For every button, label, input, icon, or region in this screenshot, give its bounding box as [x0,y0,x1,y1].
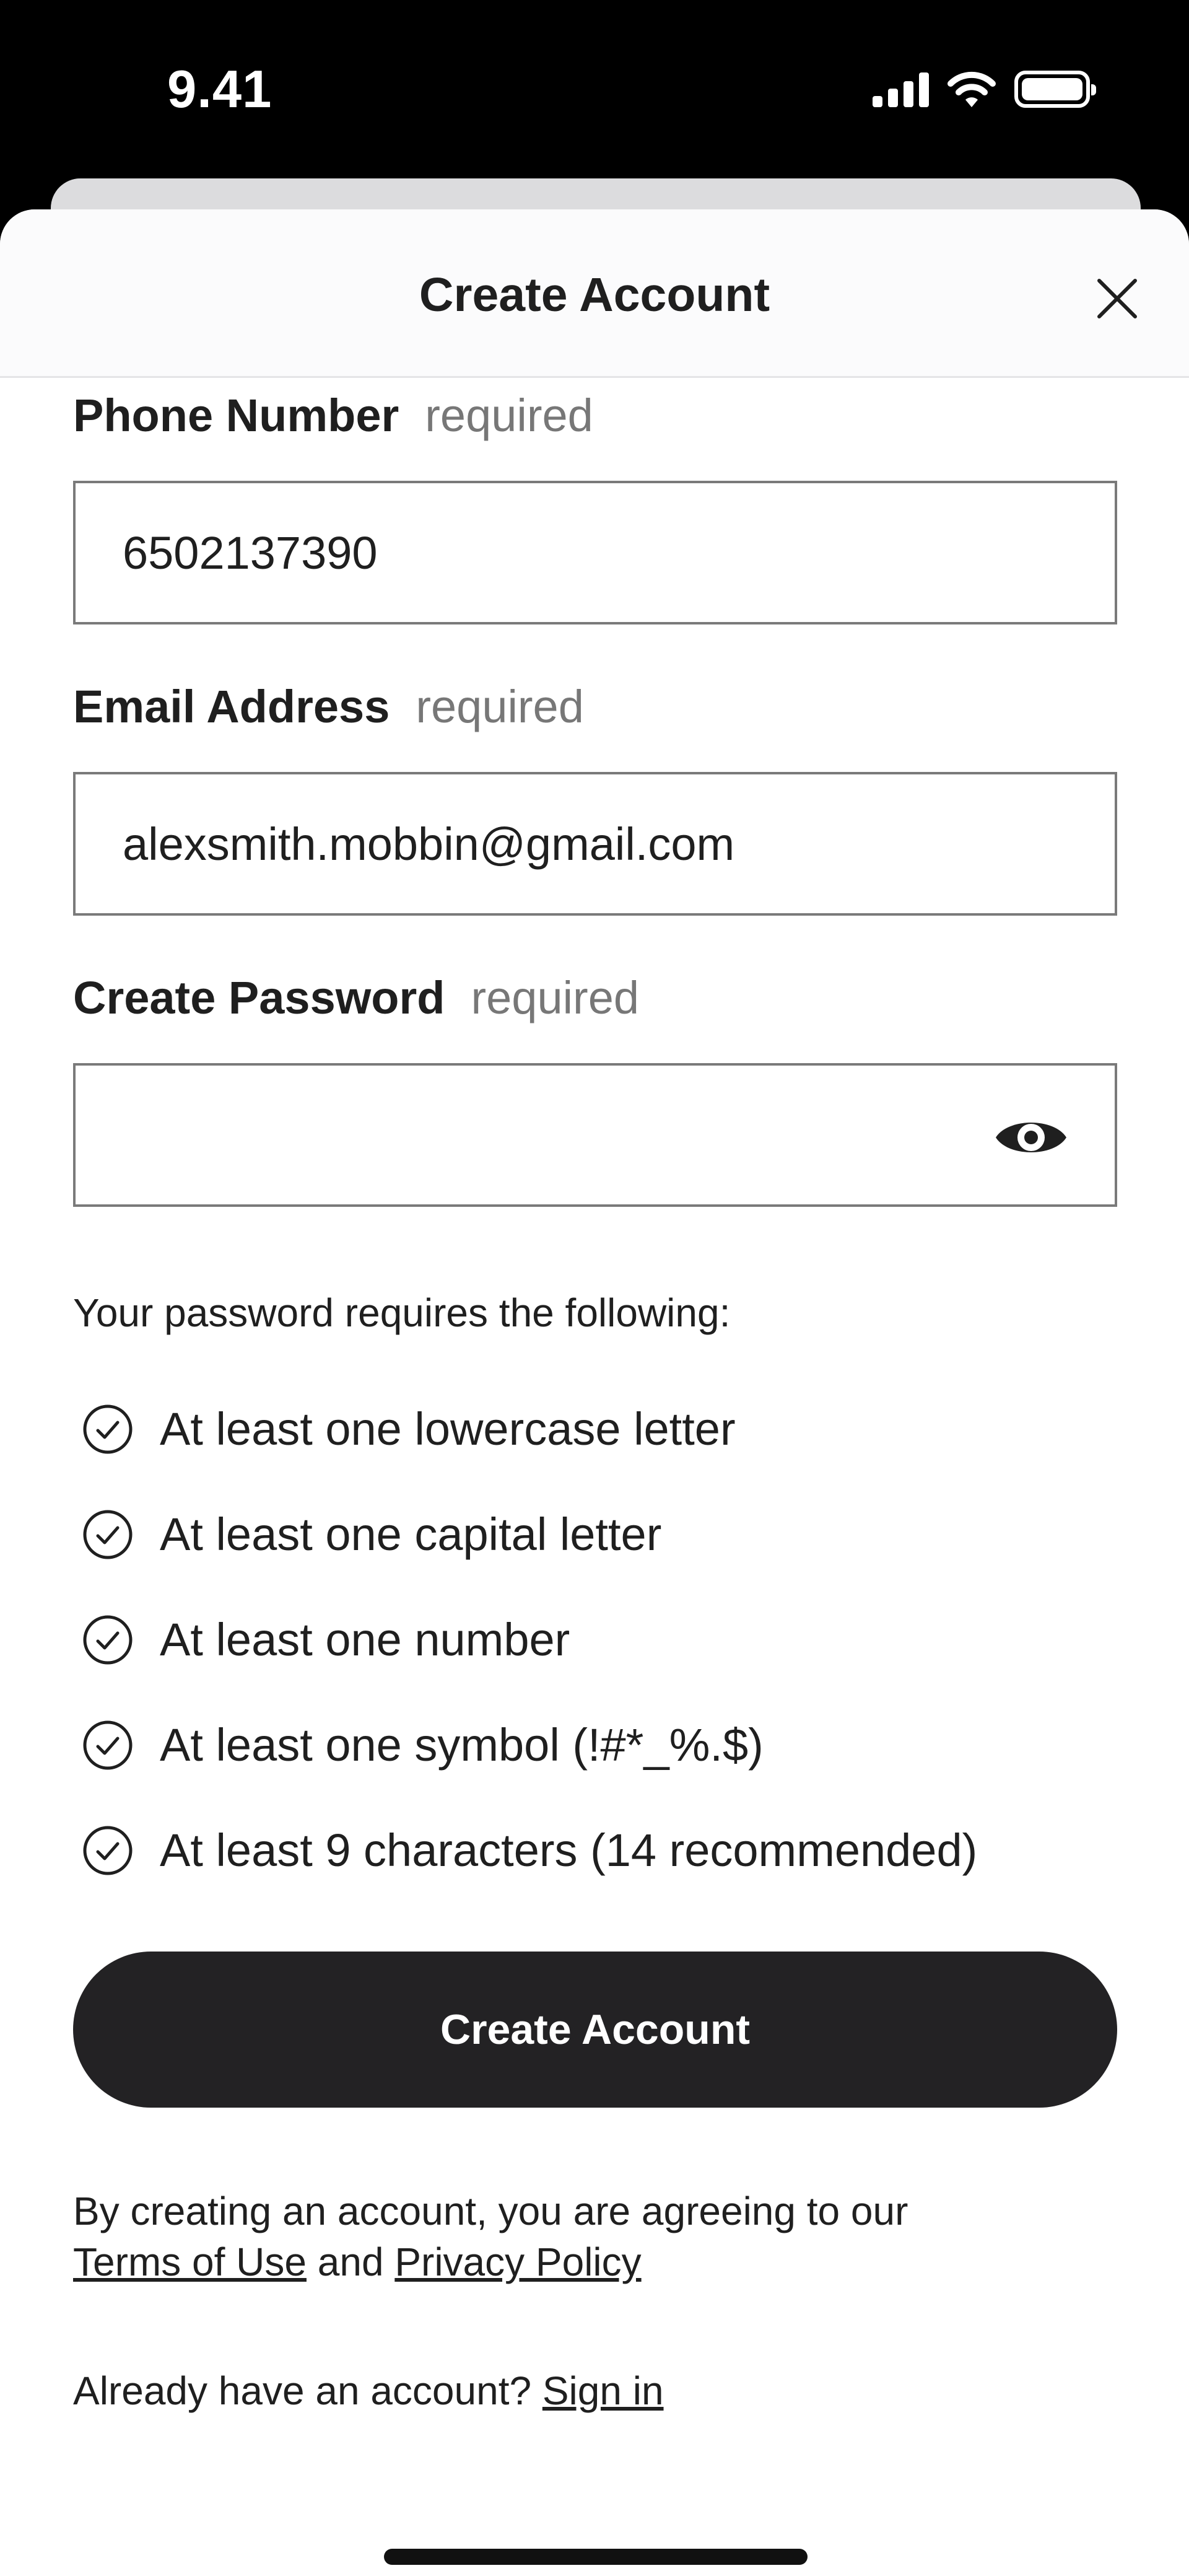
close-button[interactable] [1092,274,1142,323]
password-label: Create Password [73,972,445,1023]
show-password-button[interactable] [993,1113,1069,1162]
phone-label: Phone Number [73,390,399,441]
password-label-row: Create Password required [73,971,639,1024]
requirement-item: At least 9 characters (14 recommended) [82,1824,977,1877]
email-required-hint: required [416,681,584,732]
requirement-text: At least one capital letter [160,1509,662,1560]
sign-in-link[interactable]: Sign in [542,2368,664,2413]
eye-icon [996,1123,1066,1152]
home-indicator [384,2549,808,2565]
phone-label-row: Phone Number required [73,389,593,442]
check-circle-icon [83,1404,133,1453]
requirement-text: At least one lowercase letter [160,1403,736,1455]
check-circle-icon [83,1720,133,1769]
password-input[interactable] [73,1063,1117,1207]
requirement-text: At least 9 characters (14 recommended) [160,1825,978,1876]
password-required-hint: required [471,972,640,1023]
check-circle-icon [83,1615,133,1664]
privacy-policy-link[interactable]: Privacy Policy [394,2240,641,2284]
sheet-header: Create Account [0,209,1189,378]
requirement-item: At least one symbol (!#*_%.$) [82,1719,764,1771]
status-time: 9.41 [167,60,272,119]
email-label: Email Address [73,681,390,732]
requirement-item: At least one number [82,1613,570,1666]
requirement-item: At least one lowercase letter [82,1403,736,1455]
phone-required-hint: required [425,390,593,441]
password-requirements-title: Your password requires the following: [73,1290,731,1335]
wifi-icon [947,71,996,107]
create-account-button[interactable]: Create Account [73,1952,1117,2108]
email-value: alexsmith.mobbin@gmail.com [123,818,735,870]
check-circle-icon [83,1826,133,1875]
cellular-signal-icon [873,71,929,107]
close-icon [1097,279,1137,318]
terms-of-use-link[interactable]: Terms of Use [73,2240,307,2284]
requirement-text: At least one number [160,1614,570,1665]
email-label-row: Email Address required [73,680,584,733]
legal-and: and [317,2240,384,2284]
signin-row: Already have an account? Sign in [73,2368,664,2414]
signin-prompt: Already have an account? [73,2368,532,2413]
phone-value: 6502137390 [123,527,378,579]
phone-input[interactable]: 6502137390 [73,481,1117,624]
requirement-item: At least one capital letter [82,1508,661,1561]
check-circle-icon [83,1510,133,1559]
page-title: Create Account [419,268,770,322]
legal-notice: By creating an account, you are agreeing… [73,2186,1126,2287]
status-bar: 9.41 [0,0,1189,186]
requirement-text: At least one symbol (!#*_%.$) [160,1719,764,1771]
status-icons [873,64,1096,114]
legal-prefix: By creating an account, you are agreeing… [73,2189,908,2233]
email-input[interactable]: alexsmith.mobbin@gmail.com [73,772,1117,916]
create-account-sheet: Create Account Phone Number required 650… [0,209,1189,2576]
create-account-button-label: Create Account [440,2006,751,2053]
battery-icon [1014,71,1096,108]
